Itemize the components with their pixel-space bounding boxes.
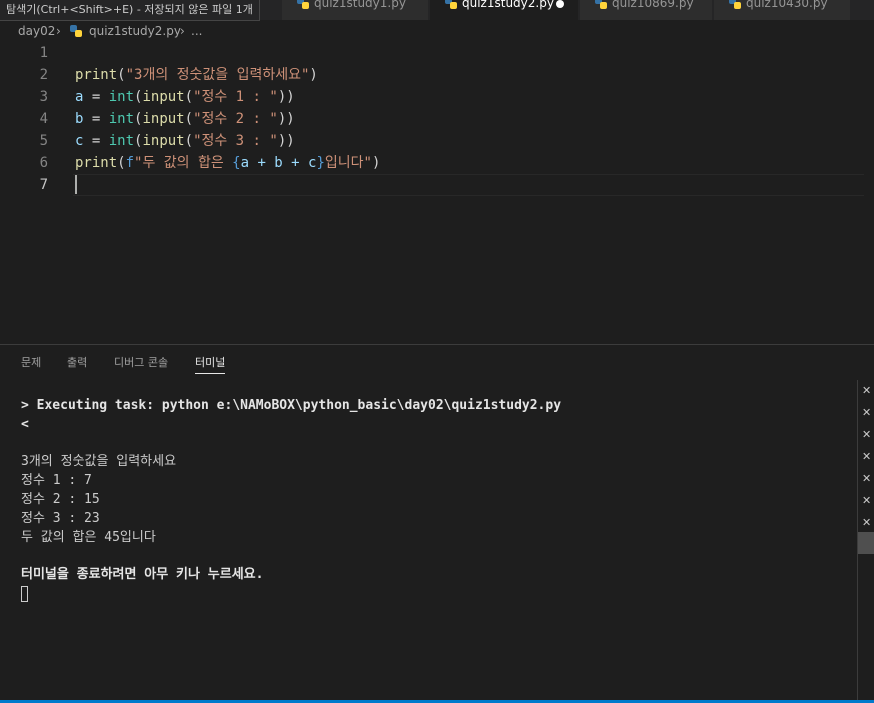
terminal-exit-message: 터미널을 종료하려면 아무 키나 누르세요. — [21, 567, 264, 582]
line-number: 7 — [39, 177, 48, 193]
line-number: 1 — [39, 45, 48, 61]
chevron-right-icon: › — [56, 24, 61, 38]
code-token: ( — [184, 111, 194, 127]
line-number: 5 — [39, 133, 48, 149]
close-icon[interactable]: ✕ — [862, 406, 874, 420]
tab-output[interactable]: 출력 — [67, 345, 87, 377]
code-token: input — [142, 111, 185, 127]
current-line-highlight — [73, 174, 864, 196]
python-file-icon — [595, 0, 607, 9]
code-token: ( — [184, 133, 194, 149]
terminal-task-line: > Executing task: python e:\NAMoBOX\pyth… — [21, 398, 562, 413]
python-file-icon — [729, 0, 741, 9]
close-icon[interactable]: ✕ — [862, 384, 874, 398]
close-icon[interactable]: ✕ — [862, 494, 874, 508]
code-token: 입니다" — [324, 155, 372, 171]
code-token: ) — [309, 67, 318, 83]
code-token: = — [83, 111, 109, 127]
line-number: 3 — [39, 89, 48, 105]
editor-scrollbar[interactable] — [860, 42, 874, 344]
code-token: "3개의 정숫값을 입력하세요" — [125, 67, 310, 83]
breadcrumb: day02 › quiz1study2.py › ... — [0, 20, 874, 42]
line-number: 2 — [39, 67, 48, 83]
code-token: input — [142, 89, 185, 105]
code-token: ( — [117, 67, 126, 83]
code-token: a + b + c — [240, 155, 317, 171]
unsaved-dot-icon[interactable] — [556, 0, 564, 8]
tab-terminal[interactable]: 터미널 — [195, 345, 226, 377]
terminal-output-line: 정수 2 : 15 — [21, 492, 100, 507]
terminal-output-line: 정수 3 : 23 — [21, 511, 100, 526]
python-file-icon — [445, 0, 457, 9]
tab-label: quiz1study2.py — [462, 0, 554, 10]
breadcrumb-folder[interactable]: day02 — [18, 20, 55, 42]
code-token: } — [316, 155, 325, 171]
code-line-5[interactable]: c = int(input("정수 3 : ")) — [75, 130, 295, 152]
code-token: ( — [184, 89, 194, 105]
code-token: f — [125, 155, 135, 171]
breadcrumb-file[interactable]: quiz1study2.py — [89, 20, 181, 42]
terminal-list-scroll-thumb[interactable] — [858, 532, 874, 554]
code-token: "정수 3 : " — [193, 133, 278, 149]
code-token: int — [108, 111, 135, 127]
panel-tab-bar: 문제 출력 디버그 콘솔 터미널 — [0, 345, 874, 377]
code-token: "정수 2 : " — [193, 111, 278, 127]
line-number: 4 — [39, 111, 48, 127]
code-token: )) — [277, 89, 295, 105]
code-token: int — [108, 89, 135, 105]
code-token: = — [83, 89, 109, 105]
code-line-4[interactable]: b = int(input("정수 2 : ")) — [75, 108, 295, 130]
python-file-icon — [70, 25, 82, 37]
code-token: ) — [371, 155, 381, 171]
close-icon[interactable]: ✕ — [862, 472, 874, 486]
code-editor[interactable]: 1 2 3 4 5 6 7 print("3개의 정숫값을 입력하세요") a … — [0, 42, 874, 344]
code-line-6[interactable]: print(f"두 값의 합은 {a + b + c}입니다") — [75, 152, 380, 174]
text-cursor — [75, 175, 77, 194]
terminal-output-line: 두 값의 합은 45입니다 — [21, 530, 156, 545]
terminal-cursor — [21, 586, 28, 602]
code-token: print — [75, 67, 118, 83]
close-icon[interactable]: ✕ — [862, 428, 874, 442]
code-token: "정수 1 : " — [193, 89, 278, 105]
code-token: { — [232, 155, 241, 171]
tab-label: quiz1study1.py — [314, 0, 406, 10]
terminal-output-line: 정수 1 : 7 — [21, 473, 92, 488]
code-line-3[interactable]: a = int(input("정수 1 : ")) — [75, 86, 295, 108]
python-file-icon — [297, 0, 309, 9]
tab-quiz1study2[interactable]: quiz1study2.py — [430, 0, 578, 20]
code-token: ( — [117, 155, 126, 171]
explorer-tooltip: 탐색기(Ctrl+<Shift>+E) - 저장되지 않은 파일 1개 — [0, 0, 260, 21]
code-line-2[interactable]: print("3개의 정숫값을 입력하세요") — [75, 64, 318, 86]
close-icon[interactable]: ✕ — [862, 516, 874, 530]
tab-quiz1study1[interactable]: quiz1study1.py — [282, 0, 428, 20]
terminal[interactable]: > Executing task: python e:\NAMoBOX\pyth… — [0, 380, 858, 700]
code-token: print — [75, 155, 118, 171]
tab-label: quiz10869.py — [612, 0, 694, 10]
code-token: input — [142, 133, 185, 149]
code-token: "두 값의 합은 — [134, 155, 233, 171]
tab-label: quiz10430.py — [746, 0, 828, 10]
code-token: = — [83, 133, 109, 149]
terminal-prompt: < — [21, 417, 29, 432]
line-number: 6 — [39, 155, 48, 171]
chevron-right-icon: › — [180, 24, 185, 38]
tab-quiz10430[interactable]: quiz10430.py — [714, 0, 850, 20]
code-token: int — [108, 133, 135, 149]
tab-quiz10869[interactable]: quiz10869.py — [580, 0, 712, 20]
terminal-output-line: 3개의 정숫값을 입력하세요 — [21, 454, 177, 469]
tab-debug-console[interactable]: 디버그 콘솔 — [114, 345, 168, 377]
close-icon[interactable]: ✕ — [862, 450, 874, 464]
breadcrumb-symbols[interactable]: ... — [191, 20, 202, 42]
tab-problems[interactable]: 문제 — [21, 345, 41, 377]
code-token: )) — [277, 133, 295, 149]
code-token: )) — [277, 111, 295, 127]
